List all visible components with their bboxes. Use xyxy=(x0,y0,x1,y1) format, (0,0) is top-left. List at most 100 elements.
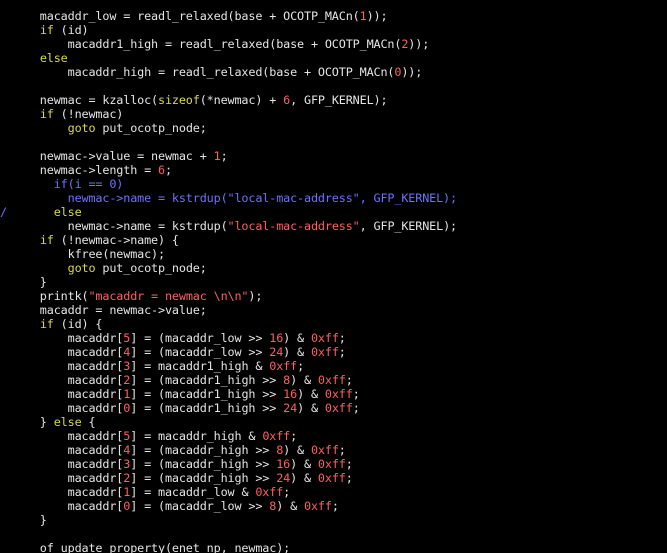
code-token-plain: of_update_property(enet_np, newmac); xyxy=(12,541,291,553)
code-text: if (!newmac) xyxy=(12,107,124,121)
code-token-plain: macaddr_high = readl_relaxed(base + OCOT… xyxy=(12,65,395,79)
code-token-plain: ; xyxy=(331,499,339,513)
code-token-plain: newmac->length = xyxy=(12,163,158,177)
code-text: } xyxy=(12,513,47,527)
code-token-plain: ; xyxy=(352,401,360,415)
code-token-number: 6 xyxy=(158,163,165,177)
code-token-plain: ] = (macaddr_low >> xyxy=(130,331,270,345)
code-token-plain: ) & xyxy=(290,457,318,471)
code-token-plain: ] = macaddr1_high & xyxy=(130,359,270,373)
code-token-number: 1 xyxy=(359,9,367,23)
gutter-mark: / xyxy=(0,205,7,219)
code-token-plain: macaddr[ xyxy=(12,373,124,387)
code-token-keyword: goto xyxy=(67,121,96,135)
code-token-plain: ] = (macaddr_high >> xyxy=(130,443,277,457)
code-text: printk("macaddr = newmac \n\n"); xyxy=(12,289,263,303)
code-text: newmac->name = kstrdup("local-mac-addres… xyxy=(12,191,457,205)
code-text: newmac = kzalloc(sizeof(*newmac) + 6, GF… xyxy=(12,93,388,107)
code-token-keyword: if xyxy=(39,23,54,37)
code-token-number: 0xff xyxy=(310,443,339,457)
code-token-keyword: else xyxy=(53,205,82,219)
code-token-number: 0xff xyxy=(317,457,346,471)
code-token-plain: , GFP_KERNEL); xyxy=(359,219,457,233)
code-text: macaddr_high = readl_relaxed(base + OCOT… xyxy=(12,65,423,79)
code-token-number: 0xff xyxy=(255,485,284,499)
code-text: } else { xyxy=(12,415,96,429)
code-token-plain: newmac->name = kstrdup( xyxy=(12,219,228,233)
code-token-plain: printk( xyxy=(12,289,89,303)
code-token-number: 0xff xyxy=(304,499,332,513)
code-token-plain: put_ocotp_node; xyxy=(95,121,207,135)
code-token-number: 0xff xyxy=(324,401,353,415)
code-token-keyword: goto xyxy=(67,261,96,275)
code-token-plain: ) & xyxy=(276,499,305,513)
code-text: macaddr[0] = (macaddr1_high >> 24) & 0xf… xyxy=(12,401,360,415)
code-text: } xyxy=(12,275,47,289)
code-token-number: 0xff xyxy=(310,331,339,345)
code-token-plain: macaddr1_high = readl_relaxed(base + OCO… xyxy=(12,37,402,51)
code-token-keyword: if xyxy=(39,233,54,247)
code-text: goto put_ocotp_node; xyxy=(12,261,207,275)
code-token-plain: , GFP_KERNEL); xyxy=(290,93,388,107)
code-text: of_update_property(enet_np, newmac); xyxy=(12,541,290,553)
code-token-plain: ; xyxy=(338,345,346,359)
code-text: macaddr[0] = (macaddr_low >> 8) & 0xff; xyxy=(12,499,339,513)
code-text: if(i == 0) xyxy=(12,177,124,191)
code-token-plain: ] = macaddr_low & xyxy=(130,485,256,499)
code-text: macaddr[5] = macaddr_high & 0xff; xyxy=(12,429,298,443)
code-token-plain: macaddr[ xyxy=(12,499,124,513)
code-token-plain: ] = (macaddr_high >> xyxy=(130,471,277,485)
code-token-plain: )); xyxy=(366,9,388,23)
code-text: newmac->name = kstrdup("local-mac-addres… xyxy=(12,219,458,233)
code-editor[interactable]: macaddr_low = readl_relaxed(base + OCOTP… xyxy=(0,0,667,553)
code-token-plain: (id) { xyxy=(53,317,103,331)
code-token-number: 0xff xyxy=(262,429,291,443)
code-text: macaddr = newmac->value; xyxy=(12,303,207,317)
code-token-plain: )); xyxy=(408,37,430,51)
code-token-number: 0xff xyxy=(317,471,346,485)
code-token-plain: ; xyxy=(164,163,172,177)
code-token-plain: newmac->value = newmac + xyxy=(12,149,214,163)
code-token-plain: } xyxy=(12,275,47,289)
code-token-plain: macaddr[ xyxy=(12,471,124,485)
code-token-plain: ); xyxy=(248,289,263,303)
code-token-plain: ) & xyxy=(283,443,311,457)
code-token-number: 16 xyxy=(269,331,284,345)
code-token-plain: ) & xyxy=(283,345,311,359)
code-text: macaddr1_high = readl_relaxed(base + OCO… xyxy=(12,37,430,51)
code-token-plain: macaddr[ xyxy=(12,387,124,401)
code-token-plain: kfree(newmac); xyxy=(12,247,165,261)
code-token-plain: ] = (macaddr_low >> xyxy=(130,345,270,359)
code-token-string: "macaddr = newmac \n\n" xyxy=(88,289,249,303)
code-token-plain: ] = macaddr_high & xyxy=(130,429,263,443)
code-text: macaddr[1] = macaddr_low & 0xff; xyxy=(12,485,291,499)
code-text: newmac->value = newmac + 1; xyxy=(12,149,228,163)
code-token-plain: ) & xyxy=(297,401,325,415)
code-token-plain: ; xyxy=(345,457,353,471)
code-token-plain: macaddr_low = readl_relaxed(base + OCOTP… xyxy=(12,9,360,23)
code-text: newmac->length = 6; xyxy=(12,163,172,177)
code-text: macaddr[2] = (macaddr_high >> 24) & 0xff… xyxy=(12,471,353,485)
code-token-plain: (!newmac->name) { xyxy=(53,233,179,247)
code-token-number: 24 xyxy=(269,345,284,359)
code-text: else xyxy=(12,51,68,65)
code-token-keyword: else xyxy=(53,415,82,429)
code-token-plain: macaddr[ xyxy=(12,359,124,373)
code-token-keyword: if xyxy=(39,107,54,121)
code-token-keyword: if xyxy=(39,317,54,331)
code-token-plain: )); xyxy=(401,65,423,79)
code-text: macaddr[5] = (macaddr_low >> 16) & 0xff; xyxy=(12,331,346,345)
code-token-plain: ; xyxy=(352,387,360,401)
code-token-keyword: sizeof xyxy=(158,93,200,107)
code-token-keyword: else xyxy=(39,51,68,65)
code-token-plain: macaddr[ xyxy=(12,429,124,443)
code-text: kfree(newmac); xyxy=(12,247,165,261)
code-text: macaddr[1] = (macaddr1_high >> 16) & 0xf… xyxy=(12,387,360,401)
code-text: if (!newmac->name) { xyxy=(12,233,179,247)
